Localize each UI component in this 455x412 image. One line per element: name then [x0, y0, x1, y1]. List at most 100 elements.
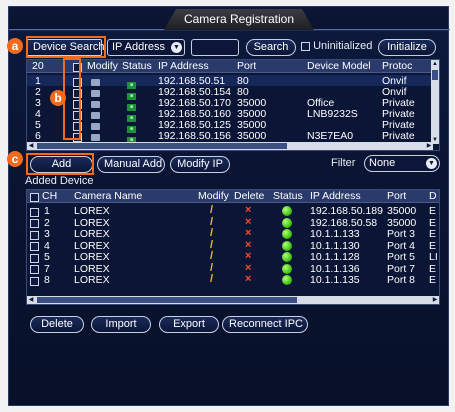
table-row[interactable]: 5 ■ 192.168.50.125 35000 Private [27, 119, 439, 133]
delete-button[interactable]: Delete [30, 316, 84, 333]
header-ch: CH [42, 190, 58, 202]
scroll-left-icon[interactable]: ◀ [27, 142, 35, 150]
filter-select[interactable]: None ▼ [364, 155, 440, 172]
modify-ip-button[interactable]: Modify IP [170, 156, 230, 173]
table-row[interactable]: 1 ■ 192.168.50.51 80 Onvif [27, 75, 439, 89]
added-device-title: Added Device [25, 175, 94, 187]
edit-pencil-icon[interactable]: / [210, 204, 213, 216]
row-device-model: N3E7EA0 [307, 130, 354, 142]
row-camera-name: LOREX [74, 205, 110, 217]
results-hscroll-thumb[interactable] [37, 143, 287, 149]
row-d: E [429, 262, 437, 275]
header-delete: Delete [234, 190, 265, 202]
delete-x-icon[interactable]: × [245, 262, 251, 274]
filter-label: Filter [331, 157, 356, 169]
row-port: Port 3 [387, 228, 416, 240]
results-vscroll-thumb[interactable] [432, 70, 438, 80]
callout-b: b [50, 90, 66, 106]
header-protocol: Protoc [382, 60, 413, 72]
added-table-header: CH Camera Name Modify Delete Status IP A… [27, 190, 439, 203]
results-horizontal-scrollbar[interactable]: ◀ ▶ [27, 142, 433, 150]
delete-x-icon[interactable]: × [245, 250, 251, 262]
delete-x-icon[interactable]: × [245, 227, 251, 239]
row-ip-address: 10.1.1.130 [310, 239, 360, 252]
row-channel: 7 [44, 262, 50, 275]
table-row[interactable]: 4 LOREX / × 10.1.1.130 Port 4 E [27, 239, 439, 252]
added-hscroll-thumb[interactable] [37, 297, 297, 303]
row-ip-address: 10.1.1.128 [310, 251, 360, 263]
scroll-right-icon[interactable]: ▶ [431, 296, 439, 304]
delete-x-icon[interactable]: × [245, 204, 251, 216]
header-ip-address: IP Address [310, 190, 361, 202]
row-d: E [429, 205, 437, 217]
row-camera-name: LOREX [74, 274, 110, 286]
row-camera-name: LOREX [74, 216, 110, 229]
table-row[interactable]: 1 LOREX / × 192.168.50.189 35000 E [27, 204, 439, 217]
delete-x-icon[interactable]: × [245, 239, 251, 251]
added-select-all-checkbox[interactable] [30, 191, 39, 203]
header-camera-name: Camera Name [74, 190, 143, 202]
added-horizontal-scrollbar[interactable]: ◀ ▶ [27, 296, 439, 304]
row-camera-name: LOREX [74, 262, 110, 275]
import-button[interactable]: Import [91, 316, 151, 333]
row-port: 35000 [387, 216, 417, 229]
table-row[interactable]: 3 LOREX / × 10.1.1.133 Port 3 E [27, 227, 439, 240]
row-channel: 1 [44, 205, 50, 217]
edit-pencil-icon[interactable]: / [210, 262, 213, 274]
table-row[interactable]: 2 ■ 192.168.50.154 80 Onvif [27, 86, 439, 100]
delete-x-icon[interactable]: × [245, 273, 251, 285]
edit-pencil-icon[interactable]: / [210, 250, 213, 262]
uninitialized-label: Uninitialized [313, 40, 373, 52]
row-d: E [429, 228, 437, 240]
table-row[interactable]: 4 ■ 192.168.50.160 35000 LNB9232S Private [27, 108, 439, 122]
search-type-select[interactable]: IP Address ▼ [107, 39, 185, 56]
table-row[interactable]: 2 LOREX / × 192.168.50.58 35000 E [27, 216, 439, 229]
header-device-model: Device Model [307, 60, 371, 72]
row-port: 35000 [387, 205, 417, 217]
initialize-button[interactable]: Initialize [378, 39, 436, 56]
header-status: Status [122, 60, 152, 72]
edit-pencil-icon[interactable]: / [210, 239, 213, 251]
edit-pencil-icon[interactable]: / [210, 216, 213, 228]
uninitialized-option[interactable]: Uninitialized [301, 40, 372, 52]
manual-add-button[interactable]: Manual Add [97, 156, 165, 173]
row-camera-name: LOREX [74, 228, 110, 240]
row-checkbox[interactable] [30, 275, 39, 287]
table-row[interactable]: 8 LOREX / × 10.1.1.135 Port 8 E [27, 273, 439, 287]
highlight-add-button [26, 153, 94, 175]
added-devices-table: CH Camera Name Modify Delete Status IP A… [26, 189, 440, 305]
scroll-right-icon[interactable]: ▶ [425, 142, 433, 150]
row-d: E [429, 239, 437, 252]
table-row[interactable]: 7 LOREX / × 10.1.1.136 Port 7 E [27, 262, 439, 275]
export-button[interactable]: Export [159, 316, 219, 333]
title-divider-left [9, 29, 169, 30]
reconnect-ipc-button[interactable]: Reconnect IPC [222, 316, 308, 333]
results-vertical-scrollbar[interactable]: ▲ ▼ [431, 60, 439, 144]
header-modify: Modify [198, 190, 229, 202]
edit-pencil-icon[interactable]: / [210, 227, 213, 239]
scroll-up-icon[interactable]: ▲ [431, 60, 439, 68]
row-ip-address: 10.1.1.135 [310, 274, 360, 286]
edit-pencil-icon[interactable]: / [210, 273, 213, 285]
callout-c: c [7, 151, 23, 167]
row-channel: 2 [44, 216, 50, 229]
header-modify: Modify [87, 60, 118, 72]
chevron-down-icon: ▼ [171, 42, 182, 53]
title-divider-right [309, 29, 450, 30]
table-row[interactable]: 6 ■ 192.168.50.156 35000 N3E7EA0 Private [27, 130, 439, 144]
scroll-left-icon[interactable]: ◀ [27, 296, 35, 304]
chevron-down-icon: ▼ [426, 158, 437, 169]
search-input[interactable] [191, 39, 239, 56]
search-button[interactable]: Search [246, 39, 296, 56]
table-row[interactable]: 3 ■ 192.168.50.170 35000 Office Private [27, 97, 439, 111]
header-d: D [429, 190, 437, 202]
title-bar: Camera Registration [9, 7, 450, 31]
row-d: LI [429, 251, 438, 263]
table-row[interactable]: 5 LOREX / × 10.1.1.128 Port 5 LI [27, 250, 439, 263]
uninitialized-checkbox[interactable] [301, 41, 310, 51]
filter-value: None [369, 157, 396, 169]
row-port: 35000 [237, 130, 267, 142]
row-channel: 8 [44, 274, 50, 286]
delete-x-icon[interactable]: × [245, 216, 251, 228]
header-port: Port [237, 60, 257, 72]
